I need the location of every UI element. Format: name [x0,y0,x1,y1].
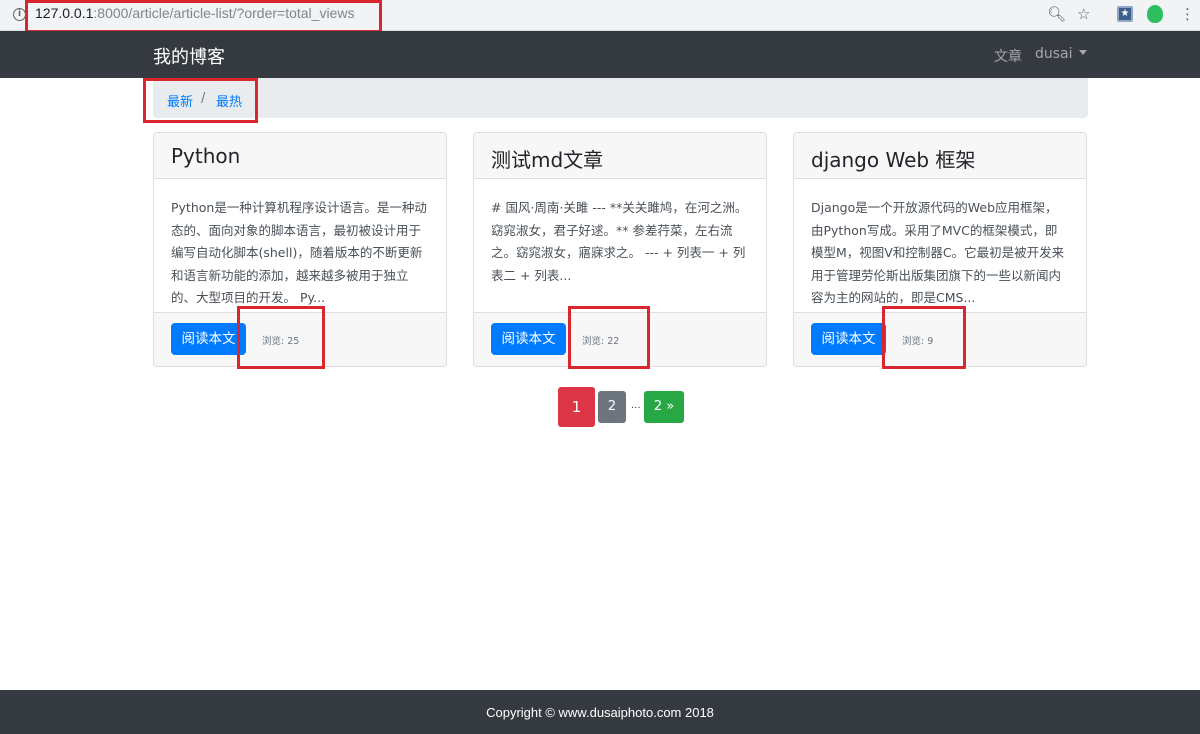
article-excerpt: Python是一种计算机程序设计语言。是一种动态的、面向对象的脚本语言，最初被设… [171,200,427,305]
page-current[interactable]: 1 [558,387,595,427]
brand[interactable]: 我的博客 [153,43,225,69]
annotation-box-url [25,0,382,33]
user-name: dusai [1035,46,1073,62]
extension-icon[interactable]: ★ [1117,6,1133,22]
star-icon[interactable]: ☆ [1077,5,1090,23]
nav-link-articles[interactable]: 文章 [994,46,1022,66]
breadcrumb: 最新 / 最热 [153,78,1088,118]
annotation-box-views [882,306,966,369]
page-ellipsis: ... [631,400,641,411]
read-article-button[interactable]: 阅读本文 [811,323,886,355]
footer: Copyright © www.dusaiphoto.com 2018 [0,690,1200,734]
read-article-button[interactable]: 阅读本文 [171,323,246,355]
annotation-box-breadcrumb [143,78,258,123]
read-article-button[interactable]: 阅读本文 [491,323,566,355]
copyright-text: Copyright © www.dusaiphoto.com 2018 [486,705,714,720]
article-excerpt: # 国风·周南·关雎 --- **关关雎鸠，在河之洲。窈窕淑女，君子好逑。** … [491,200,748,283]
page-next-button[interactable]: 2 » [644,391,684,423]
navbar: 我的博客 文章 dusai [0,31,1200,78]
page-2-button[interactable]: 2 [598,391,626,423]
article-title: django Web 框架 [794,133,1086,179]
annotation-box-views [237,306,325,369]
nav-user-dropdown[interactable]: dusai [1035,46,1087,62]
annotation-box-views [568,306,650,369]
article-title: Python [154,133,446,179]
caret-down-icon [1078,50,1087,55]
menu-icon[interactable]: ⋮ [1180,5,1195,23]
article-excerpt: Django是一个开放源代码的Web应用框架，由Python写成。采用了MVC的… [811,200,1065,305]
zoom-icon[interactable]: 🔍︎ [1047,5,1066,23]
evernote-icon[interactable] [1147,5,1163,23]
article-title: 测试md文章 [474,133,766,179]
